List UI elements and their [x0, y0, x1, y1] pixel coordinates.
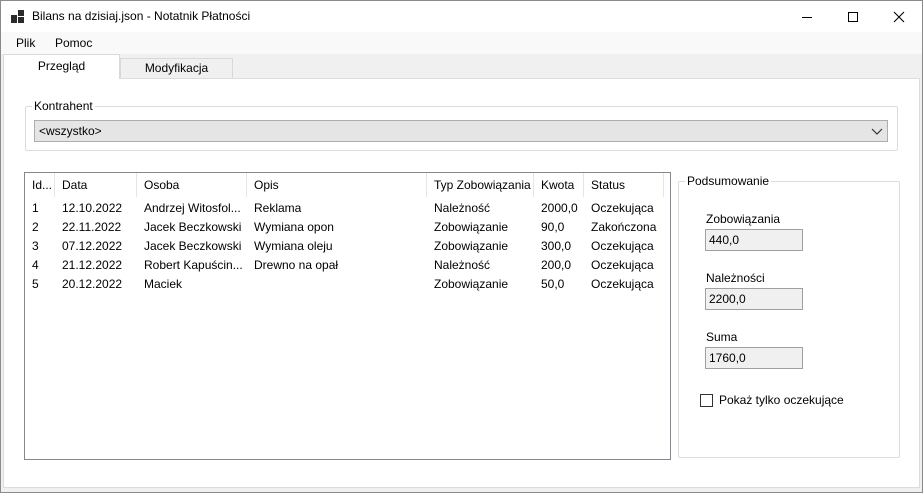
- overview-panel: Kontrahent <wszystko> Id... Data Osoba O…: [3, 78, 920, 488]
- pending-only-checkbox[interactable]: [700, 394, 713, 407]
- liabilities-label: Zobowiązania: [706, 212, 781, 226]
- summary-group-label: Podsumowanie: [685, 174, 772, 188]
- cell-date: 22.11.2022: [62, 220, 122, 234]
- menu-pomoc[interactable]: Pomoc: [55, 36, 92, 50]
- payments-list[interactable]: Id... Data Osoba Opis Typ Zobowiązania K…: [24, 172, 671, 460]
- contractor-group-label: Kontrahent: [32, 99, 95, 113]
- cell-status: Zakończona: [591, 220, 657, 234]
- maximize-button[interactable]: [830, 1, 876, 32]
- table-row[interactable]: 2 22.11.2022 Jacek Beczkowski Wymiana op…: [25, 218, 670, 237]
- cell-amount: 300,0: [541, 239, 572, 253]
- main-window: Bilans na dzisiaj.json - Notatnik Płatno…: [0, 0, 923, 493]
- column-header-description[interactable]: Opis: [247, 173, 427, 197]
- pending-only-label[interactable]: Pokaż tylko oczekujące: [719, 393, 844, 407]
- list-header: Id... Data Osoba Opis Typ Zobowiązania K…: [25, 173, 670, 197]
- cell-status: Oczekująca: [591, 277, 654, 291]
- maximize-icon: [848, 11, 858, 22]
- column-header-date[interactable]: Data: [55, 173, 137, 197]
- cell-id: 2: [32, 220, 39, 234]
- menu-plik[interactable]: Plik: [16, 36, 35, 50]
- cell-type: Należność: [434, 258, 491, 272]
- column-header-status[interactable]: Status: [584, 173, 664, 197]
- cell-person: Andrzej Witosfol...: [144, 201, 241, 215]
- cell-status: Oczekująca: [591, 239, 654, 253]
- summary-group: Podsumowanie Zobowiązania 440,0 Należnoś…: [678, 174, 900, 458]
- cell-person: Jacek Beczkowski: [144, 239, 242, 253]
- cell-status: Oczekująca: [591, 201, 654, 215]
- cell-date: 07.12.2022: [62, 239, 123, 253]
- tab-strip: Przegląd Modyfikacja: [1, 54, 922, 79]
- receivables-field[interactable]: 2200,0: [705, 288, 803, 310]
- cell-person: Maciek: [144, 277, 183, 291]
- cell-person: Jacek Beczkowski: [144, 220, 242, 234]
- cell-type: Należność: [434, 201, 491, 215]
- cell-date: 20.12.2022: [62, 277, 123, 291]
- minimize-icon: [802, 16, 812, 18]
- close-icon: [893, 11, 905, 22]
- tab-modyfikacja[interactable]: Modyfikacja: [120, 58, 233, 79]
- cell-type: Zobowiązanie: [434, 239, 509, 253]
- cell-description: Drewno na opał: [254, 258, 339, 272]
- contractor-dropdown[interactable]: <wszystko>: [34, 120, 888, 142]
- title-bar[interactable]: Bilans na dzisiaj.json - Notatnik Płatno…: [1, 1, 922, 32]
- table-row[interactable]: 3 07.12.2022 Jacek Beczkowski Wymiana ol…: [25, 237, 670, 256]
- cell-amount: 2000,0: [541, 201, 578, 215]
- sum-label: Suma: [706, 330, 738, 344]
- cell-status: Oczekująca: [591, 258, 654, 272]
- receivables-label: Należności: [706, 271, 765, 285]
- cell-amount: 90,0: [541, 220, 565, 234]
- table-row[interactable]: 4 21.12.2022 Robert Kapuścin... Drewno n…: [25, 256, 670, 275]
- cell-date: 21.12.2022: [62, 258, 123, 272]
- column-header-id[interactable]: Id...: [25, 173, 55, 197]
- cell-amount: 50,0: [541, 277, 565, 291]
- window-title: Bilans na dzisiaj.json - Notatnik Płatno…: [32, 9, 251, 23]
- cell-date: 12.10.2022: [62, 201, 123, 215]
- cell-description: Reklama: [254, 201, 302, 215]
- cell-description: Wymiana oleju: [254, 239, 333, 253]
- cell-id: 5: [32, 277, 39, 291]
- liabilities-field[interactable]: 440,0: [705, 229, 803, 251]
- app-icon: [11, 10, 25, 24]
- close-button[interactable]: [876, 1, 922, 32]
- cell-description: Wymiana opon: [254, 220, 334, 234]
- cell-description: [247, 275, 427, 294]
- menu-bar: Plik Pomoc: [1, 32, 922, 54]
- cell-type: Zobowiązanie: [434, 220, 509, 234]
- table-row[interactable]: 5 20.12.2022 Maciek Zobowiązanie 50,0 Oc…: [25, 275, 670, 294]
- tab-przeglad[interactable]: Przegląd: [3, 54, 120, 79]
- cell-id: 4: [32, 258, 39, 272]
- cell-amount: 200,0: [541, 258, 572, 272]
- cell-id: 3: [32, 239, 39, 253]
- sum-field[interactable]: 1760,0: [705, 347, 803, 369]
- cell-id: 1: [32, 201, 39, 215]
- table-row[interactable]: 1 12.10.2022 Andrzej Witosfol... Reklama…: [25, 199, 670, 218]
- contractor-dropdown-value: <wszystko>: [39, 124, 102, 138]
- chevron-down-icon: [871, 128, 883, 135]
- column-header-person[interactable]: Osoba: [137, 173, 247, 197]
- column-header-type[interactable]: Typ Zobowiązania: [427, 173, 534, 197]
- column-header-amount[interactable]: Kwota: [534, 173, 584, 197]
- contractor-group: Kontrahent <wszystko>: [25, 99, 898, 151]
- cell-type: Zobowiązanie: [434, 277, 509, 291]
- cell-person: Robert Kapuścin...: [144, 258, 243, 272]
- minimize-button[interactable]: [784, 1, 830, 32]
